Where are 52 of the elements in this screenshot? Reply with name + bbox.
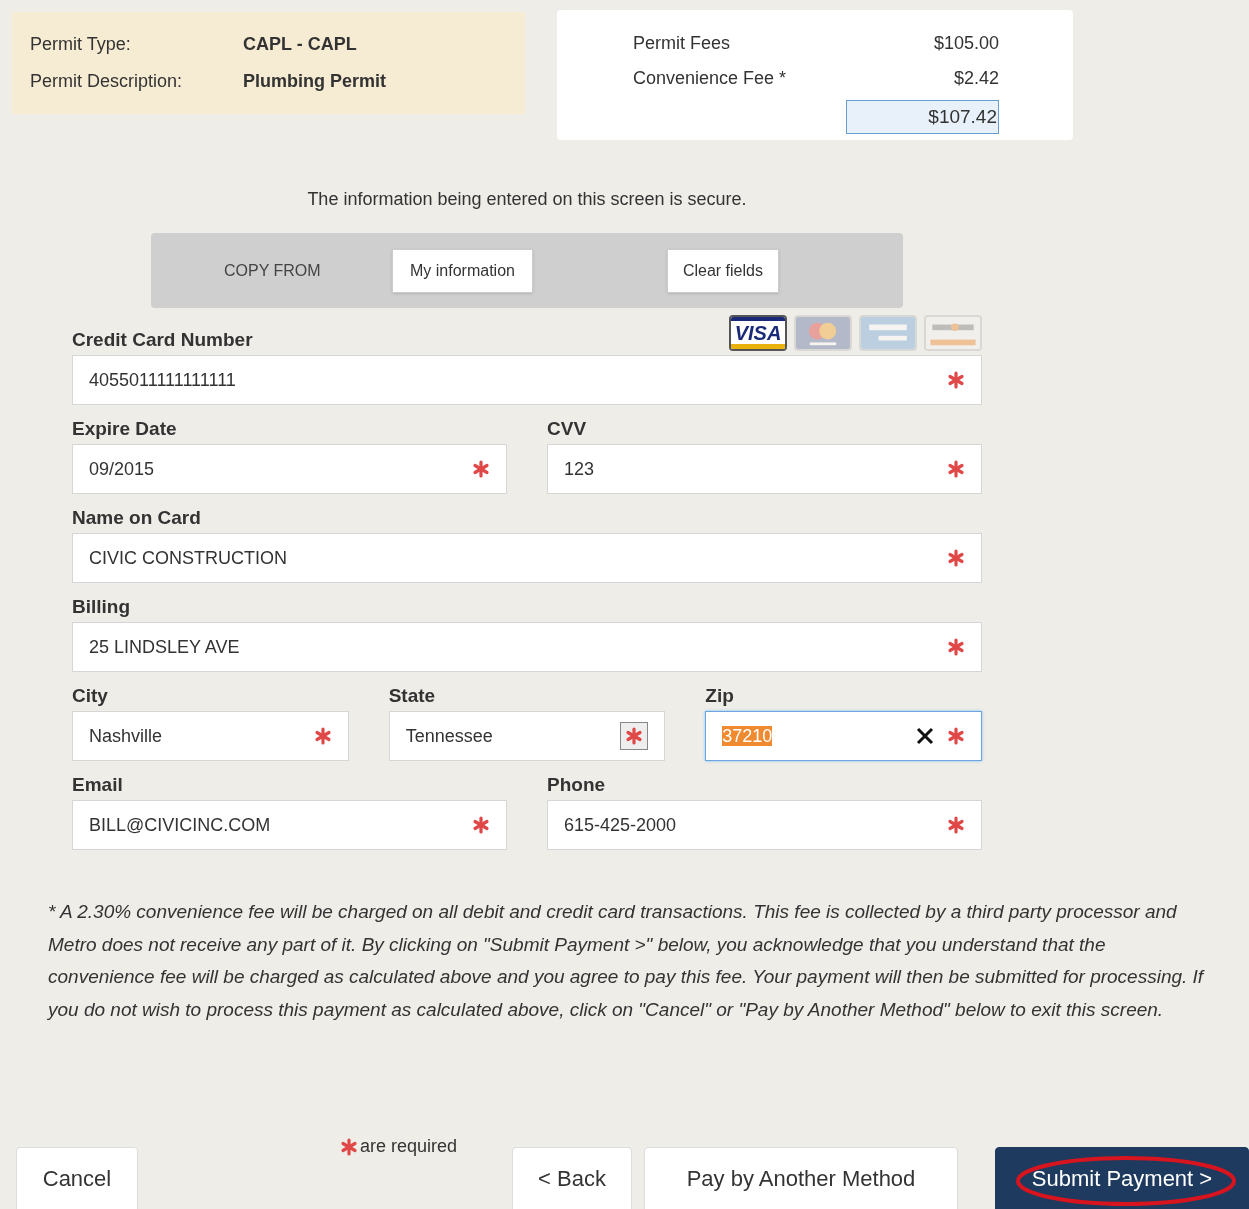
field-label: Phone xyxy=(547,775,606,794)
fee-amount: $2.42 xyxy=(953,67,999,90)
required-asterisk-icon xyxy=(625,727,644,745)
fee-amount: $105.00 xyxy=(933,32,999,55)
input-field[interactable]: 25 LINDSLEY AVE xyxy=(72,622,982,672)
required-asterisk-icon xyxy=(947,371,965,389)
required-asterisk-icon xyxy=(313,727,332,745)
field-label: CVV xyxy=(547,419,587,438)
permit-label: Permit Type: xyxy=(30,33,132,56)
permit-value: CAPL - CAPL xyxy=(243,33,357,56)
field-label: Billing xyxy=(72,597,131,616)
my-information-button[interactable]: My information xyxy=(392,248,533,293)
submit-button[interactable]: Submit Payment > xyxy=(995,1147,1249,1209)
permit-value: Plumbing Permit xyxy=(243,70,386,93)
required-asterisk-icon xyxy=(947,727,965,745)
field-label: Email xyxy=(72,775,123,794)
dropdown-button[interactable] xyxy=(620,722,649,750)
input-field[interactable]: 615-425-2000 xyxy=(547,800,982,850)
input-field[interactable]: CIVIC CONSTRUCTION xyxy=(72,533,982,583)
input-field[interactable]: 4055011111111111 xyxy=(72,355,982,405)
input-field[interactable]: 123 xyxy=(547,444,982,494)
required-asterisk-icon xyxy=(947,549,965,567)
input-field[interactable]: 09/2015 xyxy=(72,444,507,494)
field-label: State xyxy=(388,686,436,705)
required-asterisk-icon xyxy=(947,638,965,656)
copy-from-label: COPY FROM xyxy=(224,260,322,281)
field-label: Expire Date xyxy=(72,419,177,438)
clear-fields-button[interactable]: Clear fields xyxy=(666,248,779,293)
visa-card-logo[interactable]: VISA xyxy=(729,315,787,351)
secure-notice: The information being entered on this screen is secure. xyxy=(307,188,747,211)
input-field[interactable]: Nashville xyxy=(72,711,349,761)
fee-label: Permit Fees xyxy=(633,32,731,55)
convenience-fee-note: * A 2.30% convenience fee will be charged on all debit and credit card transactions. This fee is collected by a third party processor and Metro does not receive any part of it. By clicking on "Submit Payment >" below, you acknowledge that you understand that the convenience fee will be charged as calculated above and you agree to pay this fee. Your payment will then be submitted for processing. If you do not wish to process this payment as calculated above, click on "Cancel" or "Pay by Another Method" below to exit this screen. xyxy=(48,900,1206,1022)
required-asterisk-icon xyxy=(340,1137,358,1156)
required-asterisk-icon xyxy=(947,460,965,478)
select-field[interactable]: Tennessee xyxy=(388,711,666,761)
page-button[interactable]: < Back xyxy=(512,1147,632,1209)
input-field[interactable]: BILL@CIVICINC.COM xyxy=(72,800,507,850)
required-asterisk-icon xyxy=(472,816,490,834)
required-asterisk-icon xyxy=(472,460,490,478)
required-asterisk-icon xyxy=(947,816,965,834)
fee-total: $107.42 xyxy=(846,100,999,134)
clear-icon[interactable] xyxy=(915,726,935,746)
field-label: Zip xyxy=(705,686,734,705)
permit-label: Permit Description: xyxy=(30,70,184,93)
fee-label: Convenience Fee * xyxy=(633,67,787,90)
page-button[interactable]: Pay by Another Method xyxy=(644,1147,958,1209)
page-button[interactable]: Cancel xyxy=(16,1147,138,1209)
required-note: are required xyxy=(360,1135,458,1158)
field-label: City xyxy=(72,686,108,705)
field-label: Credit Card Number xyxy=(72,330,253,349)
field-label: Name on Card xyxy=(72,508,201,527)
